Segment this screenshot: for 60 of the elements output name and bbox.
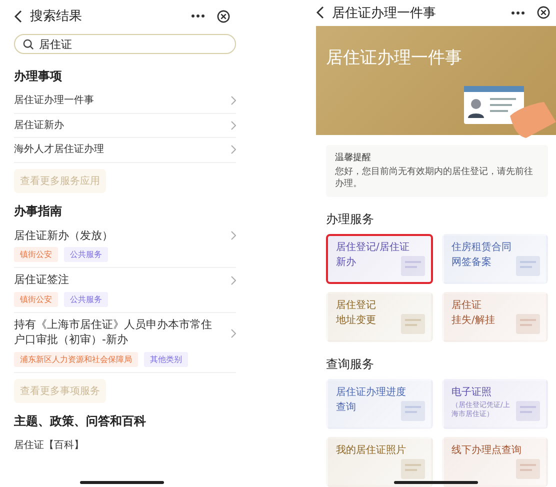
page-title: 搜索结果	[30, 8, 82, 25]
back-icon[interactable]	[316, 6, 324, 20]
section-title: 查询服务	[326, 356, 375, 373]
chevron-icon	[231, 231, 236, 240]
close-icon[interactable]	[217, 10, 230, 22]
card-label: 住房租赁合同 网签备案	[452, 241, 512, 270]
document-icon	[400, 314, 424, 334]
document-icon	[516, 314, 540, 334]
tag: 镇街公安	[14, 292, 58, 308]
chevron-icon	[231, 96, 236, 106]
notice-title: 温馨提醒	[335, 152, 372, 164]
service-card[interactable]: 住房租赁合同 网签备案	[442, 234, 548, 284]
chevron-icon	[231, 276, 236, 286]
document-icon	[400, 459, 424, 479]
chevron-icon	[231, 120, 236, 130]
card-label: 我的居住证照片	[336, 444, 406, 458]
banner-title: 居住证办理一件事	[326, 46, 462, 69]
card-label: 电子证照	[452, 386, 492, 400]
more-icon[interactable]	[511, 10, 525, 15]
search-icon	[23, 38, 34, 50]
service-card[interactable]: 居住登记 地址变更	[326, 292, 432, 342]
section-title: 主题、政策、问答和百科	[14, 412, 147, 430]
result-item[interactable]: 持有《上海市居住证》人员申办本市常住户口审批（初审）-新办	[14, 318, 214, 348]
service-card[interactable]: 居住证办理进度 查询	[326, 379, 432, 429]
section-title: 办理事项	[14, 68, 63, 85]
notice-text: 您好，您目前尚无有效期内的居住登记，请先前往办理。	[335, 166, 534, 191]
result-item[interactable]: 居住证新办（发放）	[14, 228, 113, 244]
document-icon	[516, 256, 540, 276]
tag: 浦东新区人力资源和社会保障局	[14, 352, 138, 367]
tag: 公共服务	[64, 292, 108, 308]
close-icon[interactable]	[537, 6, 550, 20]
service-card[interactable]: 我的居住证照片	[326, 437, 432, 487]
more-icon[interactable]	[191, 14, 205, 18]
document-icon	[516, 459, 540, 479]
result-item[interactable]: 居住证办理一件事	[14, 94, 94, 108]
tag: 公共服务	[64, 247, 108, 262]
card-label: 居住登记/居住证 新办	[336, 241, 410, 270]
service-card[interactable]: 居住证 挂失/解挂	[442, 292, 548, 342]
card-label: 居住登记 地址变更	[336, 299, 376, 328]
search-field[interactable]: 居住证	[14, 34, 236, 54]
chevron-icon	[231, 145, 236, 154]
section-title: 办理服务	[326, 211, 375, 228]
section-title: 办事指南	[14, 202, 63, 220]
service-card[interactable]: 居住登记/居住证 新办	[326, 234, 432, 284]
result-item[interactable]: 居住证新办	[14, 118, 64, 132]
result-item[interactable]: 居住证【百科】	[14, 438, 84, 452]
card-label: 居住证 挂失/解挂	[452, 299, 495, 328]
result-item[interactable]: 海外人才居住证办理	[14, 143, 104, 156]
page-title: 居住证办理一件事	[332, 4, 436, 22]
document-icon	[400, 256, 424, 276]
card-label: 居住证办理进度 查询	[336, 386, 406, 414]
tag: 镇街公安	[14, 247, 58, 262]
chevron-icon	[231, 328, 236, 338]
document-icon	[516, 401, 540, 421]
back-icon[interactable]	[14, 10, 22, 22]
service-card[interactable]: 线下办理点查询	[442, 437, 548, 487]
document-icon	[400, 401, 424, 421]
card-label: 线下办理点查询	[452, 444, 522, 458]
result-item[interactable]: 居住证签注	[14, 273, 69, 288]
tag: 其他类别	[144, 352, 188, 367]
